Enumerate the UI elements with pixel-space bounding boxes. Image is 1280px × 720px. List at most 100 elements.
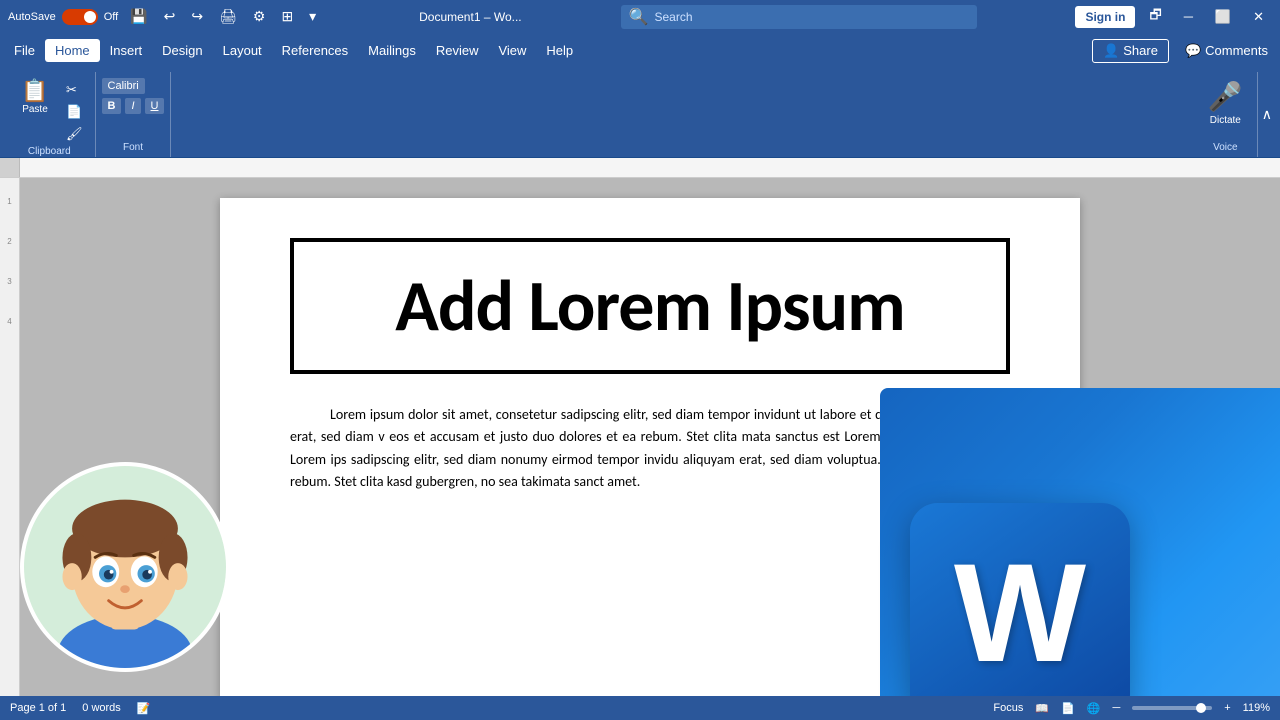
zoom-thumb (1196, 703, 1206, 713)
menu-right: 👤 Share 💬 Comments (1092, 39, 1276, 63)
doc-title: Document1 – Wo... (419, 10, 522, 24)
zoom-in-icon[interactable]: + (1224, 702, 1230, 714)
status-right: Focus 📖 📄 🌐 ─ + 119% (993, 702, 1270, 715)
format-painter-button[interactable]: 🖌 (60, 124, 89, 144)
menu-home[interactable]: Home (45, 39, 100, 62)
zoom-level[interactable]: 119% (1243, 702, 1270, 714)
ruler-mark-1: 1 (0, 198, 19, 206)
autosave-state: Off (104, 11, 118, 23)
dictate-icon: 🎤 (1208, 80, 1243, 113)
avatar-svg (24, 466, 226, 668)
avatar-overlay (20, 462, 230, 672)
comments-button[interactable]: 💬 Comments (1177, 40, 1276, 62)
comment-icon: 💬 (1185, 43, 1201, 59)
format-painter-icon: 🖌 (66, 126, 83, 142)
underline-icon: U (151, 100, 159, 112)
dictate-label: Dictate (1210, 115, 1241, 126)
ruler-corner (0, 158, 20, 177)
paste-icon: 📋 (21, 80, 48, 102)
save-icon[interactable]: 💾 (126, 6, 151, 27)
zoom-out-icon[interactable]: ─ (1112, 702, 1120, 714)
web-layout-icon[interactable]: 🌐 (1087, 702, 1101, 715)
status-bar: Page 1 of 1 0 words 📝 Focus 📖 📄 🌐 ─ + 11… (0, 696, 1280, 720)
ruler-area (0, 158, 1280, 178)
menu-help[interactable]: Help (536, 39, 583, 62)
bold-button[interactable]: B (102, 98, 122, 114)
focus-button[interactable]: Focus (993, 702, 1023, 714)
document-title[interactable]: Add Lorem Ipsum (395, 262, 905, 350)
ruler-mark-3: 3 (0, 278, 19, 286)
paste-button[interactable]: 📋 Paste (10, 76, 60, 119)
table-icon[interactable]: ⊞ (277, 6, 297, 27)
ribbon-spacer (171, 72, 1193, 157)
font-family-label: Calibri (108, 80, 139, 92)
main-area: 1 2 3 4 Add Lorem Ipsum Lorem ipsum dolo… (0, 178, 1280, 696)
horizontal-ruler (20, 158, 1280, 177)
voice-content: 🎤 Dictate (1200, 72, 1251, 140)
print-layout-icon[interactable]: 📄 (1061, 702, 1075, 715)
cut-button[interactable]: ✂ (60, 80, 89, 100)
menu-references[interactable]: References (272, 39, 358, 62)
toggle-thumb (84, 11, 96, 23)
voice-label: Voice (1213, 140, 1237, 157)
underline-button[interactable]: U (145, 98, 165, 114)
italic-button[interactable]: I (125, 98, 140, 114)
italic-icon: I (131, 100, 134, 112)
maximize-icon[interactable]: ⬜ (1207, 9, 1239, 25)
word-logo-background: W (880, 388, 1280, 696)
dictate-button[interactable]: 🎤 Dictate (1200, 76, 1251, 130)
share-icon: 👤 (1103, 43, 1119, 59)
menu-view[interactable]: View (488, 39, 536, 62)
autosave-area: AutoSave Off (8, 9, 118, 25)
word-count[interactable]: 0 words (82, 702, 121, 714)
font-content: Calibri B I U (102, 72, 165, 140)
restore-icon[interactable]: 🗗 (1141, 6, 1169, 28)
signin-button[interactable]: Sign in (1075, 6, 1135, 28)
ribbon-voice-group: 🎤 Dictate Voice (1194, 72, 1258, 157)
menu-file[interactable]: File (4, 39, 45, 62)
title-box: Add Lorem Ipsum (290, 238, 1010, 374)
menu-review[interactable]: Review (426, 39, 489, 62)
paste-label: Paste (22, 104, 48, 115)
customize-icon[interactable]: ⚙ (249, 6, 270, 27)
track-changes-icon[interactable]: 📝 (137, 702, 151, 715)
search-icon: 🔍 (629, 7, 649, 27)
word-logo-overlay: W (880, 388, 1280, 696)
close-icon[interactable]: ✕ (1245, 9, 1272, 25)
redo-icon[interactable]: ↪ (187, 6, 207, 27)
bold-icon: B (108, 100, 116, 112)
font-family-selector[interactable]: Calibri (102, 78, 145, 94)
clipboard-label: Clipboard (28, 144, 71, 158)
ribbon: 📋 Paste ✂ 📄 🖌 Clipboard (0, 68, 1280, 158)
print-preview-icon[interactable]: 🖨 (215, 6, 241, 27)
menu-mailings[interactable]: Mailings (358, 39, 426, 62)
copy-button[interactable]: 📄 (60, 102, 89, 122)
autosave-toggle[interactable] (62, 9, 98, 25)
titlebar-right: Sign in 🗗 ─ ⬜ ✕ (1075, 6, 1272, 28)
page-info[interactable]: Page 1 of 1 (10, 702, 66, 714)
document-area: Add Lorem Ipsum Lorem ipsum dolor sit am… (20, 178, 1280, 696)
autosave-label: AutoSave (8, 11, 56, 23)
menu-insert[interactable]: Insert (100, 39, 153, 62)
ruler-mark-4: 4 (0, 318, 19, 326)
clipboard-content: 📋 Paste ✂ 📄 🖌 (10, 72, 89, 144)
share-button[interactable]: 👤 Share (1092, 39, 1169, 63)
word-icon-box: W (910, 503, 1130, 696)
ribbon-collapse-button[interactable]: ∧ (1258, 72, 1276, 157)
minimize-icon[interactable]: ─ (1176, 9, 1201, 24)
menu-design[interactable]: Design (152, 39, 212, 62)
title-bar: AutoSave Off 💾 ↩ ↪ 🖨 ⚙ ⊞ ▾ Document1 – W… (0, 0, 1280, 33)
read-mode-icon[interactable]: 📖 (1035, 702, 1049, 715)
more-icon[interactable]: ▾ (305, 6, 320, 27)
ribbon-clipboard-group: 📋 Paste ✂ 📄 🖌 Clipboard (4, 72, 96, 157)
menu-layout[interactable]: Layout (213, 39, 272, 62)
share-label: Share (1123, 43, 1158, 58)
search-box[interactable]: 🔍 Search (621, 5, 977, 29)
vertical-ruler: 1 2 3 4 (0, 178, 20, 696)
comments-label: Comments (1205, 43, 1268, 58)
zoom-slider[interactable] (1132, 706, 1212, 710)
undo-icon[interactable]: ↩ (160, 6, 180, 27)
word-w-letter: W (954, 543, 1086, 683)
menu-bar: File Home Insert Design Layout Reference… (0, 33, 1280, 68)
ribbon-font-group: Calibri B I U Font (96, 72, 172, 157)
